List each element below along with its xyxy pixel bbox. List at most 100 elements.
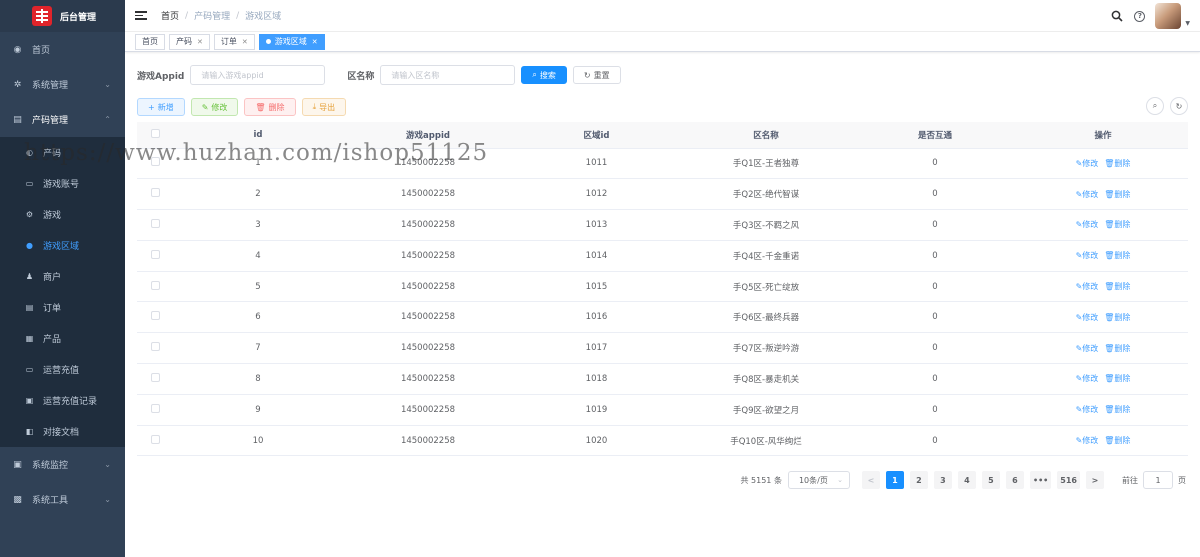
- caret-down-icon[interactable]: ▼: [1185, 20, 1190, 27]
- avatar[interactable]: [1155, 3, 1182, 29]
- sidebar-item-ops-recharge-log[interactable]: ▣ 运营充值记录: [0, 385, 125, 416]
- edit-button[interactable]: ✎ 修改: [190, 98, 239, 116]
- row-delete-button[interactable]: 🗑删除: [1104, 436, 1130, 445]
- table-row[interactable]: 2 1450002258 1012 手Q2区-绝代智谋 0 ✎修改 🗑删除: [137, 178, 1188, 211]
- row-checkbox[interactable]: [137, 178, 173, 211]
- row-checkbox[interactable]: [137, 394, 173, 426]
- tag-order[interactable]: 订单 ✕: [213, 33, 255, 50]
- goto-page-input[interactable]: 1: [1143, 471, 1173, 489]
- row-edit-button[interactable]: ✎修改: [1076, 282, 1099, 291]
- sidebar-item-system-monitor[interactable]: ▣ 系统监控 ⌄: [0, 447, 125, 482]
- column-header-area-id[interactable]: 区域id: [513, 122, 680, 149]
- sidebar-item-api-docs[interactable]: ◧ 对接文档: [0, 416, 125, 447]
- page-6[interactable]: 6: [1005, 471, 1024, 489]
- search-icon[interactable]: [1110, 9, 1124, 23]
- reset-button[interactable]: ↻ 重置: [572, 66, 621, 84]
- breadcrumb-code-management[interactable]: 产码管理: [194, 9, 230, 22]
- prev-page-button[interactable]: <: [861, 471, 880, 489]
- row-edit-button[interactable]: ✎修改: [1076, 220, 1099, 229]
- column-header-appid[interactable]: 游戏appid: [343, 122, 513, 149]
- add-button[interactable]: + 新增: [137, 98, 185, 116]
- search-toggle-icon[interactable]: ⌕: [1146, 97, 1164, 115]
- tag-game-area[interactable]: 游戏区域 ✕: [258, 33, 325, 50]
- row-checkbox[interactable]: [137, 301, 173, 334]
- table-row[interactable]: 1 1450002258 1011 手Q1区-王者独尊 0 ✎修改 🗑删除: [137, 148, 1188, 180]
- row-delete-button[interactable]: 🗑删除: [1104, 344, 1130, 353]
- sidebar-item-home[interactable]: ◉ 首页: [0, 32, 125, 67]
- sidebar-item-system-tools[interactable]: ▩ 系统工具 ⌄: [0, 482, 125, 517]
- row-checkbox[interactable]: [137, 271, 173, 303]
- page-size-select[interactable]: 10条/页 ⌄: [787, 471, 850, 489]
- row-edit-button[interactable]: ✎修改: [1076, 405, 1099, 414]
- sidebar-item-order[interactable]: ▤ 订单: [0, 292, 125, 323]
- row-edit-button[interactable]: ✎修改: [1076, 190, 1099, 199]
- table-row[interactable]: 3 1450002258 1013 手Q3区-不羁之风 0 ✎修改 🗑删除: [137, 209, 1188, 241]
- page-5[interactable]: 5: [981, 471, 1000, 489]
- row-edit-button[interactable]: ✎修改: [1076, 344, 1099, 353]
- help-icon[interactable]: ?: [1134, 10, 1146, 22]
- row-edit-button[interactable]: ✎修改: [1076, 374, 1099, 383]
- sidebar-item-system-management[interactable]: ✲ 系统管理 ⌄: [0, 67, 125, 102]
- appid-input[interactable]: 请输入游戏appid: [190, 65, 326, 85]
- table-row[interactable]: 4 1450002258 1014 手Q4区-千金重诺 0 ✎修改 🗑删除: [137, 240, 1188, 272]
- row-checkbox[interactable]: [137, 240, 173, 272]
- page-4[interactable]: 4: [957, 471, 976, 489]
- row-checkbox[interactable]: [137, 332, 173, 365]
- refresh-icon[interactable]: ↻: [1170, 97, 1188, 115]
- row-edit-button[interactable]: ✎修改: [1076, 436, 1099, 445]
- sidebar-item-game-account[interactable]: ▭ 游戏账号: [0, 168, 125, 199]
- row-delete-button[interactable]: 🗑删除: [1104, 313, 1130, 322]
- search-button[interactable]: ⌕ 搜索: [521, 66, 567, 84]
- row-delete-button[interactable]: 🗑删除: [1104, 220, 1130, 229]
- logo[interactable]: 后台管理: [0, 0, 125, 32]
- page-last[interactable]: 516: [1057, 471, 1080, 489]
- table-row[interactable]: 7 1450002258 1017 手Q7区-叛逆吟游 0 ✎修改 🗑删除: [137, 332, 1188, 365]
- more-pages-button[interactable]: •••: [1029, 471, 1052, 489]
- tag-home[interactable]: 首页: [135, 33, 165, 50]
- row-delete-button[interactable]: 🗑删除: [1104, 251, 1130, 260]
- row-checkbox[interactable]: [137, 148, 173, 180]
- row-delete-label: 删除: [1114, 405, 1131, 415]
- table-row[interactable]: 10 1450002258 1020 手Q10区-风华绚烂 0 ✎修改 🗑删除: [137, 425, 1188, 457]
- column-header-area-name[interactable]: 区名称: [680, 122, 852, 149]
- row-checkbox[interactable]: [137, 363, 173, 395]
- page-1[interactable]: 1: [885, 471, 904, 489]
- page-2[interactable]: 2: [909, 471, 928, 489]
- export-button[interactable]: ⤓ 导出: [301, 98, 347, 116]
- row-delete-button[interactable]: 🗑删除: [1104, 190, 1130, 199]
- table-row[interactable]: 5 1450002258 1015 手Q5区-死亡绽放 0 ✎修改 🗑删除: [137, 271, 1188, 303]
- sidebar-item-game-area[interactable]: ● 游戏区域: [0, 230, 125, 261]
- sidebar-item-code-management[interactable]: ▤ 产码管理 ⌃: [0, 102, 125, 137]
- row-checkbox[interactable]: [137, 425, 173, 457]
- table-row[interactable]: 8 1450002258 1018 手Q8区-暴走机关 0 ✎修改 🗑删除: [137, 363, 1188, 395]
- next-page-button[interactable]: >: [1086, 471, 1104, 489]
- close-icon[interactable]: ✕: [197, 38, 203, 46]
- select-all-checkbox[interactable]: [137, 122, 173, 149]
- delete-button[interactable]: 🗑 删除: [244, 98, 296, 116]
- row-delete-button[interactable]: 🗑删除: [1104, 374, 1130, 383]
- row-checkbox[interactable]: [137, 209, 173, 241]
- row-edit-button[interactable]: ✎修改: [1076, 313, 1099, 322]
- row-delete-button[interactable]: 🗑删除: [1104, 282, 1130, 291]
- row-delete-button[interactable]: 🗑删除: [1104, 405, 1130, 414]
- row-edit-button[interactable]: ✎修改: [1076, 251, 1099, 260]
- column-header-interop[interactable]: 是否互通: [852, 122, 1018, 149]
- close-icon[interactable]: ✕: [242, 38, 248, 46]
- breadcrumb-home[interactable]: 首页: [161, 9, 179, 22]
- sidebar-item-code[interactable]: ◐ 产码: [0, 137, 125, 168]
- close-icon[interactable]: ✕: [312, 38, 318, 46]
- sidebar-item-ops-recharge[interactable]: ▭ 运营充值: [0, 354, 125, 385]
- tag-code[interactable]: 产码 ✕: [169, 33, 210, 50]
- column-header-id[interactable]: id: [173, 122, 343, 149]
- table-row[interactable]: 6 1450002258 1016 手Q6区-最终兵器 0 ✎修改 🗑删除: [137, 301, 1188, 334]
- row-delete-button[interactable]: 🗑删除: [1104, 159, 1130, 168]
- sidebar-item-merchant[interactable]: ♟ 商户: [0, 261, 125, 292]
- sidebar-item-game[interactable]: ⚙ 游戏: [0, 199, 125, 230]
- area-name-input[interactable]: 请输入区名称: [380, 65, 516, 85]
- hamburger-icon[interactable]: [135, 11, 147, 20]
- table-row[interactable]: 9 1450002258 1019 手Q9区-欲望之月 0 ✎修改 🗑删除: [137, 394, 1188, 426]
- breadcrumb-current: 游戏区域: [245, 12, 282, 22]
- sidebar-item-product[interactable]: ▦ 产品: [0, 323, 125, 354]
- page-3[interactable]: 3: [933, 471, 952, 489]
- row-edit-button[interactable]: ✎修改: [1076, 159, 1099, 168]
